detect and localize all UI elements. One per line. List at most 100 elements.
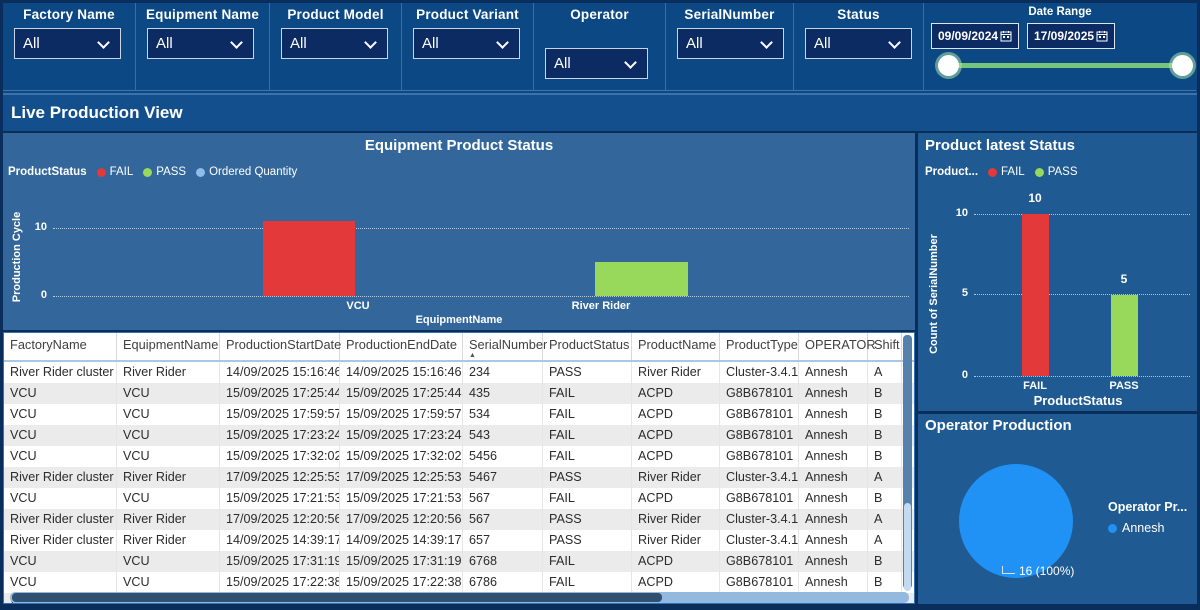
pie-data-label: 16 (100%) xyxy=(1019,564,1074,578)
slicer-label: Product Model xyxy=(270,7,401,22)
legend-item-fail[interactable]: FAIL xyxy=(988,166,1025,178)
table-cell: VCU xyxy=(117,551,220,572)
header-productname[interactable]: ProductName xyxy=(632,333,720,360)
table-cell: 657 xyxy=(463,530,543,551)
table-cell: ACPD xyxy=(632,425,720,446)
x-label-vcu: VCU xyxy=(308,300,408,312)
legend-item-ordered-quantity[interactable]: Ordered Quantity xyxy=(196,166,297,178)
horizontal-scrollbar-thumb[interactable] xyxy=(12,593,662,602)
table-cell: 234 xyxy=(463,362,543,383)
pie-label-connector xyxy=(1002,566,1015,574)
date-range-slider-handle-right[interactable] xyxy=(1172,55,1193,76)
serialnumber-dropdown[interactable]: All xyxy=(677,28,784,59)
filter-bar: Factory Name All Equipment Name All Prod… xyxy=(3,3,1197,93)
table-row[interactable]: River Rider clusterRiver Rider14/09/2025… xyxy=(4,530,914,551)
product-model-dropdown[interactable]: All xyxy=(281,28,388,59)
header-serialnumber[interactable]: SerialNumber ▲ xyxy=(463,333,543,360)
legend-item-annesh[interactable]: Annesh xyxy=(1108,521,1164,535)
y-tick-0: 0 xyxy=(944,369,968,381)
header-operator[interactable]: OPERATOR xyxy=(799,333,868,360)
dashboard-page: Factory Name All Equipment Name All Prod… xyxy=(0,0,1200,610)
table-cell: 14/09/2025 15:16:46 xyxy=(340,362,463,383)
table-row[interactable]: VCUVCU15/09/2025 17:31:1915/09/2025 17:3… xyxy=(4,551,914,572)
legend-item-pass[interactable]: PASS xyxy=(1035,166,1078,178)
bar-vcu-fail[interactable] xyxy=(263,221,355,296)
table-row[interactable]: River Rider clusterRiver Rider17/09/2025… xyxy=(4,509,914,530)
table-cell: 534 xyxy=(463,404,543,425)
table-cell: VCU xyxy=(4,425,117,446)
table-cell: FAIL xyxy=(543,446,632,467)
table-cell: VCU xyxy=(117,488,220,509)
table-cell: 15/09/2025 17:32:02 xyxy=(220,446,340,467)
table-cell: 17/09/2025 12:20:56 xyxy=(220,509,340,530)
status-dropdown[interactable]: All xyxy=(805,28,912,59)
table-row[interactable]: VCUVCU15/09/2025 17:59:5715/09/2025 17:5… xyxy=(4,404,914,425)
table-cell: FAIL xyxy=(543,551,632,572)
date-range-slider-handle-left[interactable] xyxy=(938,55,959,76)
legend-item-pass[interactable]: PASS xyxy=(143,166,186,178)
table-row[interactable]: River Rider clusterRiver Rider14/09/2025… xyxy=(4,362,914,383)
operator-production-chart: Operator Production 16 (100%) Operator P… xyxy=(918,414,1197,604)
table-row[interactable]: VCUVCU15/09/2025 17:21:5315/09/2025 17:2… xyxy=(4,488,914,509)
chart-legend: ProductStatus FAIL PASS Ordered Quantity xyxy=(8,166,297,178)
chart-legend: Product... FAIL PASS xyxy=(925,166,1078,178)
header-shift[interactable]: Shift xyxy=(868,333,902,360)
pie-slice-annesh[interactable] xyxy=(959,464,1073,578)
table-row[interactable]: River Rider clusterRiver Rider17/09/2025… xyxy=(4,467,914,488)
table-cell: VCU xyxy=(4,572,117,593)
table-cell: B xyxy=(868,488,902,509)
table-row[interactable]: VCUVCU15/09/2025 17:25:4415/09/2025 17:2… xyxy=(4,383,914,404)
ordered-quantity-dot-icon xyxy=(196,168,205,177)
header-equipmentname[interactable]: EquipmentName xyxy=(117,333,220,360)
chevron-down-icon xyxy=(364,36,377,49)
slicer-serialnumber: SerialNumber All xyxy=(666,3,794,91)
equipment-name-dropdown[interactable]: All xyxy=(147,28,254,59)
chevron-down-icon xyxy=(888,36,901,49)
header-producttype[interactable]: ProductType xyxy=(720,333,799,360)
vertical-scrollbar-thumb[interactable] xyxy=(904,503,911,591)
table-cell: A xyxy=(868,509,902,530)
table-cell: 15/09/2025 17:59:57 xyxy=(220,404,340,425)
pass-dot-icon xyxy=(143,168,152,177)
table-cell: 5456 xyxy=(463,446,543,467)
annesh-dot-icon xyxy=(1108,524,1117,533)
date-start-input[interactable]: 09/09/2024 xyxy=(931,23,1019,49)
bar-fail[interactable] xyxy=(1022,214,1049,376)
header-productstatus[interactable]: ProductStatus xyxy=(543,333,632,360)
header-productionstartdate[interactable]: ProductionStartDate xyxy=(220,333,340,360)
factory-name-dropdown[interactable]: All xyxy=(14,28,121,59)
table-cell: PASS xyxy=(543,362,632,383)
table-cell: A xyxy=(868,467,902,488)
slicer-label: SerialNumber xyxy=(666,7,793,22)
legend-label: Ordered Quantity xyxy=(209,166,297,178)
table-row[interactable]: VCUVCU15/09/2025 17:22:3815/09/2025 17:2… xyxy=(4,572,914,593)
table-cell: 15/09/2025 17:23:24 xyxy=(220,425,340,446)
table-cell: ACPD xyxy=(632,446,720,467)
table-cell: ACPD xyxy=(632,383,720,404)
bar-riverrider-pass[interactable] xyxy=(595,262,688,296)
table-cell: FAIL xyxy=(543,572,632,593)
legend-item-fail[interactable]: FAIL xyxy=(97,166,134,178)
table-cell: PASS xyxy=(543,467,632,488)
bar-pass[interactable] xyxy=(1111,295,1138,376)
table-cell: 6768 xyxy=(463,551,543,572)
slicer-status: Status All xyxy=(794,3,924,91)
table-cell: River Rider cluster xyxy=(4,509,117,530)
y-axis-title: Count of SerialNumber xyxy=(928,214,940,374)
table-cell: FAIL xyxy=(543,425,632,446)
table-row[interactable]: VCUVCU15/09/2025 17:23:2415/09/2025 17:2… xyxy=(4,425,914,446)
table-cell: FAIL xyxy=(543,488,632,509)
operator-dropdown[interactable]: All xyxy=(545,48,648,79)
slicer-equipment-name: Equipment Name All xyxy=(136,3,270,91)
header-factoryname[interactable]: FactoryName xyxy=(4,333,117,360)
title-band: Live Production View xyxy=(3,93,1197,131)
date-end-input[interactable]: 17/09/2025 xyxy=(1027,23,1115,49)
table-cell: ACPD xyxy=(632,488,720,509)
table-cell: B xyxy=(868,425,902,446)
slicer-product-model: Product Model All xyxy=(270,3,402,91)
table-row[interactable]: VCUVCU15/09/2025 17:32:0215/09/2025 17:3… xyxy=(4,446,914,467)
header-productionenddate[interactable]: ProductionEndDate xyxy=(340,333,463,360)
x-axis-title: EquipmentName xyxy=(3,314,915,326)
legend-title: Operator Pr... xyxy=(1108,500,1187,514)
product-variant-dropdown[interactable]: All xyxy=(413,28,520,59)
